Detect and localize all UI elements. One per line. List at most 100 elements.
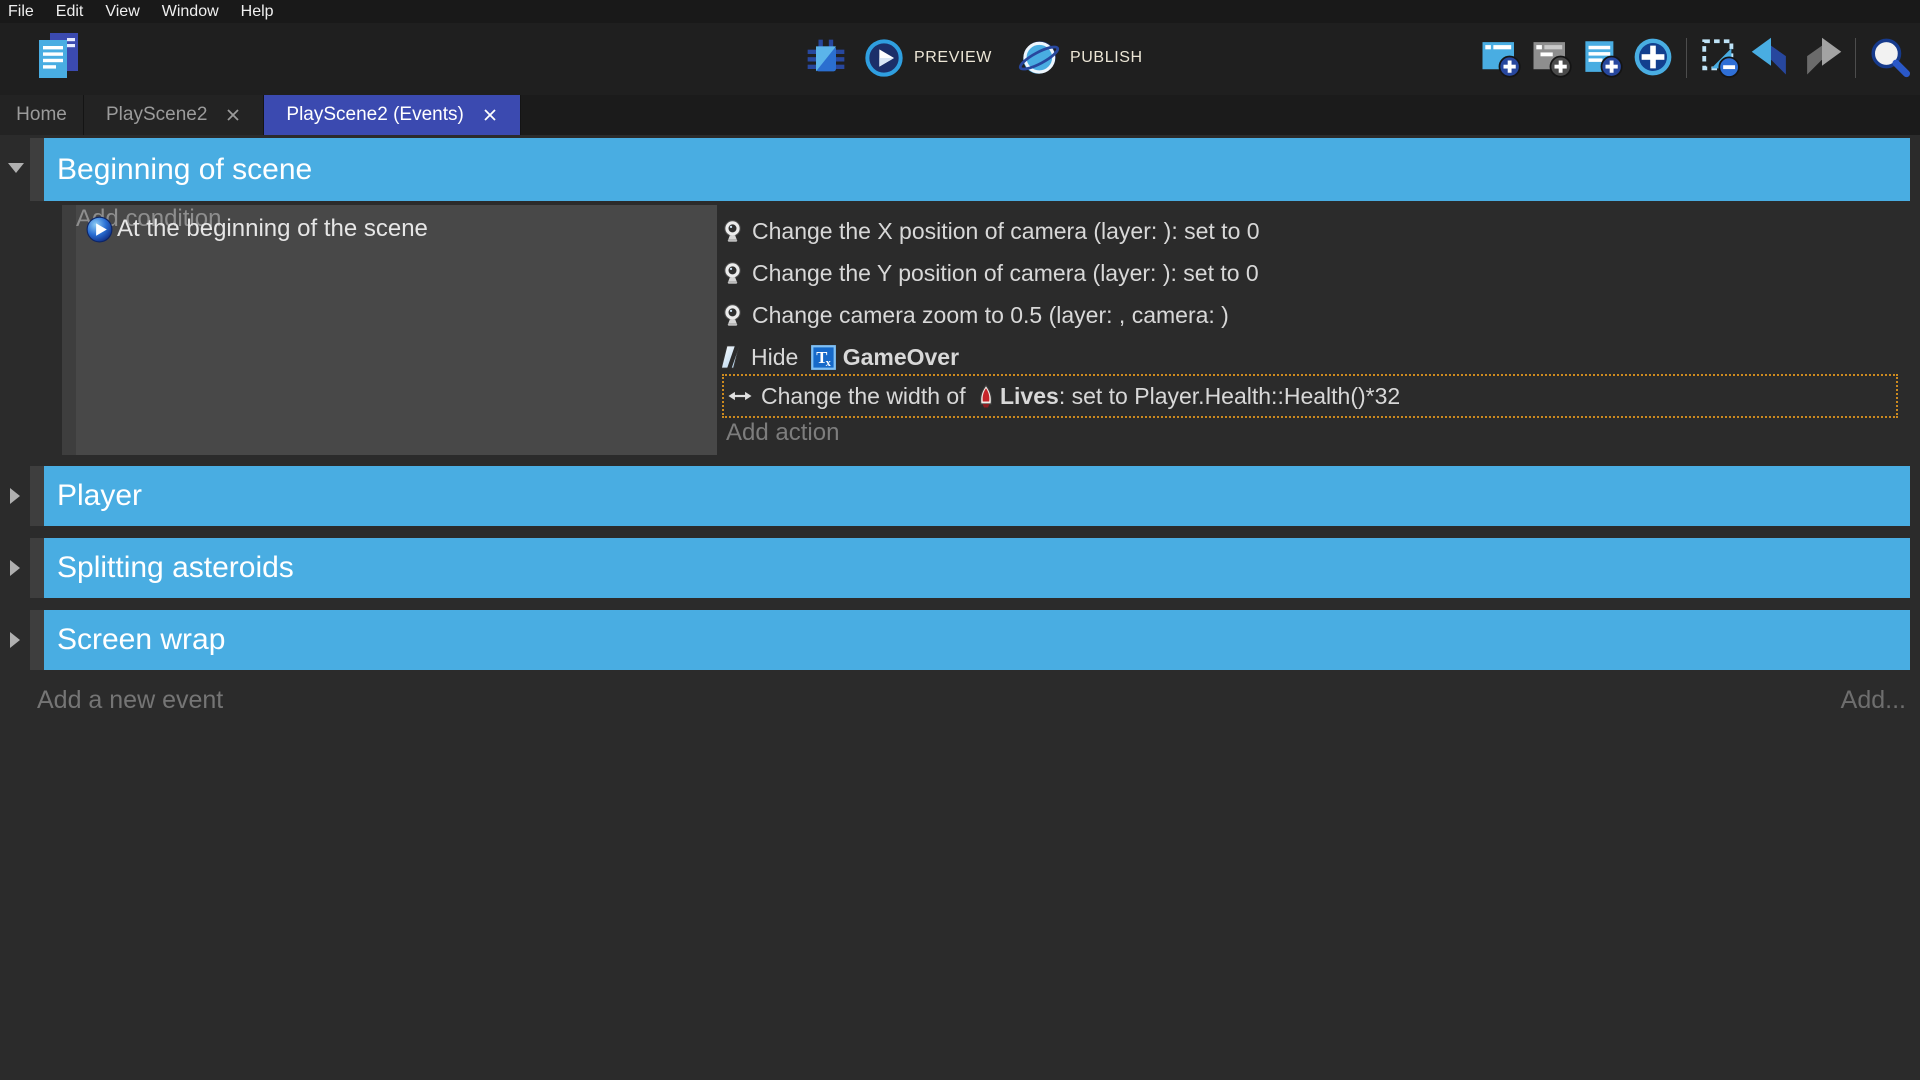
hide-icon [722,345,742,369]
undo-icon [1750,35,1792,82]
lives-object-icon [976,384,996,409]
group-title: Splitting asteroids [44,538,1910,598]
action-text: Change the Y position of camera (layer: … [752,260,1183,287]
svg-text:x: x [825,357,831,368]
preview-label: PREVIEW [914,49,992,67]
action-value: 0 [1240,218,1259,245]
text-object-icon: T x [811,345,836,370]
actions-panel: Change the X position of camera (layer: … [722,205,1898,455]
event-group-splitting-asteroids: Splitting asteroids [0,538,1920,598]
width-arrow-icon [728,388,752,404]
add-circle-icon [1632,35,1674,82]
toolbar-center: PREVIEW PUBLISH [806,35,1143,81]
group-bar[interactable]: Splitting asteroids [44,538,1910,598]
condition-row[interactable]: At the beginning of the scene [86,215,428,243]
publish-globe-icon [1018,37,1060,79]
add-sub-event-button[interactable] [1530,36,1572,80]
action-text: Hide [751,344,805,371]
action-object: Lives [1000,383,1059,410]
tab-home[interactable]: Home [0,95,84,135]
event-group-beginning: Beginning of scene [0,138,1920,201]
group-title: Player [44,466,1910,526]
action-text: (layer: , camera: ) [1042,302,1229,329]
app-logo-icon [34,29,82,85]
action-keyword: set to [1184,218,1240,245]
group-bar[interactable]: Screen wrap [44,610,1910,670]
close-icon[interactable] [482,107,498,123]
action-row-selected[interactable]: Change the width of Lives: set to Player… [722,374,1898,418]
publish-label: PUBLISH [1070,49,1143,67]
menu-file[interactable]: File [8,0,45,23]
add-comment-icon [1581,35,1623,82]
add-comment-button[interactable] [1581,36,1623,80]
menu-edit[interactable]: Edit [45,0,95,23]
remove-selection-icon [1699,35,1741,82]
add-event-icon [1479,35,1521,82]
drag-handle[interactable] [30,538,44,598]
camera-icon [722,219,743,243]
action-keyword: set to [1183,260,1239,287]
gdevelop-window: File Edit View Window Help [0,0,1920,1080]
expand-arrow-icon[interactable] [10,632,20,648]
add-new-event[interactable]: Add a new event [37,686,223,715]
drag-handle[interactable] [30,610,44,670]
expand-arrow-icon[interactable] [10,560,20,576]
add-more[interactable]: Add... [1841,686,1906,715]
menu-help[interactable]: Help [230,0,285,23]
action-text: Change camera zoom to [752,302,1010,329]
redo-button[interactable] [1801,36,1843,80]
group-title: Beginning of scene [44,138,1910,201]
drag-handle[interactable] [30,466,44,526]
drag-handle[interactable] [62,205,76,455]
publish-button[interactable]: PUBLISH [1018,37,1143,79]
debug-icon [806,38,846,78]
action-text: Change the X position of camera (layer: … [752,218,1184,245]
debug-button[interactable] [806,38,846,78]
group-title: Screen wrap [44,610,1910,670]
toolbar: PREVIEW PUBLISH [0,23,1920,95]
drag-handle[interactable] [30,138,44,201]
menu-view[interactable]: View [94,0,150,23]
search-button[interactable] [1868,36,1910,80]
tab-playscene2-events[interactable]: PlayScene2 (Events) [264,95,520,135]
toolbar-right [1479,33,1910,83]
search-icon [1868,35,1910,82]
action-row[interactable]: Change the Y position of camera (layer: … [722,253,1898,293]
remove-selection-button[interactable] [1699,36,1741,80]
tab-label: PlayScene2 [106,104,207,126]
tab-playscene2[interactable]: PlayScene2 [84,95,264,135]
action-value: 0.5 [1010,302,1042,329]
menu-window[interactable]: Window [151,0,230,23]
collapse-arrow-icon[interactable] [8,163,24,173]
add-other-button[interactable] [1632,36,1674,80]
action-text: : [1059,383,1072,410]
action-row[interactable]: Hide T x GameOver [722,337,1898,377]
action-row[interactable]: Change camera zoom to 0.5 (layer: , came… [722,295,1898,335]
event-group-screen-wrap: Screen wrap [0,610,1920,670]
expand-arrow-icon[interactable] [10,488,20,504]
camera-icon [722,303,743,327]
preview-button[interactable]: PREVIEW [864,38,992,78]
add-sub-event-icon [1530,35,1572,82]
tab-bar: Home PlayScene2 PlayScene2 (Events) [0,95,1920,135]
menu-bar: File Edit View Window Help [0,0,1920,23]
tab-label: Home [16,104,67,126]
undo-button[interactable] [1750,36,1792,80]
close-icon[interactable] [225,107,241,123]
redo-icon [1801,35,1843,82]
add-event-button[interactable] [1479,36,1521,80]
conditions-panel: At the beginning of the scene Add condit… [76,205,717,455]
action-text: Change the width of [761,383,972,410]
action-row[interactable]: Change the X position of camera (layer: … [722,211,1898,251]
event-group-player: Player [0,466,1920,526]
add-action[interactable]: Add action [726,419,839,447]
toolbar-separator [1686,38,1687,78]
group-bar[interactable]: Player [44,466,1910,526]
toolbar-separator [1855,38,1856,78]
action-keyword: set to [1072,383,1128,410]
group-bar[interactable]: Beginning of scene [44,138,1910,201]
event-block: At the beginning of the scene Add condit… [0,205,1920,455]
tab-label: PlayScene2 (Events) [286,104,463,126]
action-object: GameOver [843,344,959,371]
preview-play-icon [864,38,904,78]
